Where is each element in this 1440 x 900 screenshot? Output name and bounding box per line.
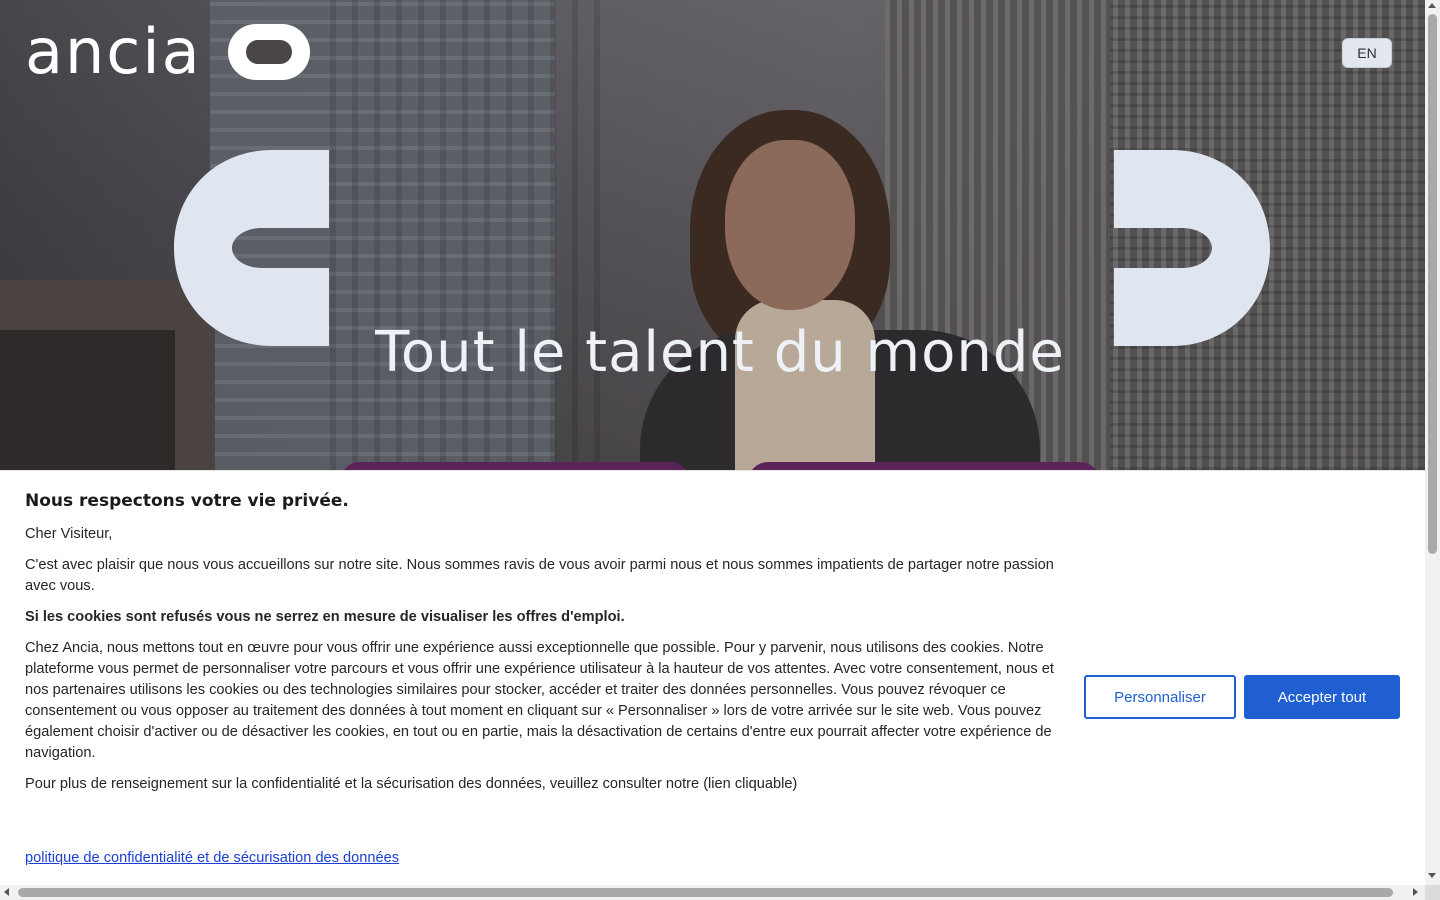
scrollbar-corner (1425, 885, 1440, 900)
hero-title: Tout le talent du monde (375, 320, 1065, 385)
privacy-policy-link[interactable]: politique de confidentialité et de sécur… (25, 850, 399, 866)
cookie-consent-banner: Nous respectons votre vie privée. Cher V… (0, 470, 1425, 885)
hero-person-face (725, 140, 855, 310)
right-bracket-icon (1114, 150, 1270, 346)
scroll-up-arrow-icon[interactable] (1428, 3, 1436, 8)
hero-cta-tab[interactable] (340, 462, 690, 470)
hero-cta-tab[interactable] (748, 462, 1100, 470)
vertical-scrollbar-thumb[interactable] (1428, 14, 1437, 554)
brand-logo[interactable]: ancia (25, 15, 310, 88)
cookie-greeting: Cher Visiteur, (25, 526, 113, 542)
hero-section: ancia EN Tout le talent du monde (0, 0, 1425, 470)
cookie-heading: Nous respectons votre vie privée. (25, 491, 349, 511)
cookie-warning-text: Si les cookies sont refusés vous ne serr… (25, 609, 625, 625)
scroll-right-arrow-icon[interactable] (1413, 888, 1418, 896)
personalize-button[interactable]: Personnaliser (1084, 675, 1236, 719)
background-building (330, 0, 600, 470)
language-button[interactable]: EN (1342, 38, 1392, 68)
vertical-scrollbar[interactable] (1425, 0, 1440, 885)
cookie-text-block: Nous respectons votre vie privée. Cher V… (25, 491, 1065, 805)
scroll-left-arrow-icon[interactable] (4, 888, 9, 896)
horizontal-scrollbar[interactable] (0, 885, 1425, 900)
cookie-details-text: Chez Ancia, nous mettons tout en œuvre p… (25, 640, 1054, 761)
cookie-more-info-text: Pour plus de renseignement sur la confid… (25, 776, 798, 792)
accept-all-button[interactable]: Accepter tout (1244, 675, 1400, 719)
ancia-logo-mark-icon (227, 24, 310, 80)
scroll-down-arrow-icon[interactable] (1428, 873, 1436, 878)
cookie-welcome-text: C'est avec plaisir que nous vous accueil… (25, 557, 1054, 594)
horizontal-scrollbar-thumb[interactable] (18, 888, 1393, 897)
left-bracket-icon (174, 150, 329, 346)
logo-text: ancia (25, 15, 202, 88)
